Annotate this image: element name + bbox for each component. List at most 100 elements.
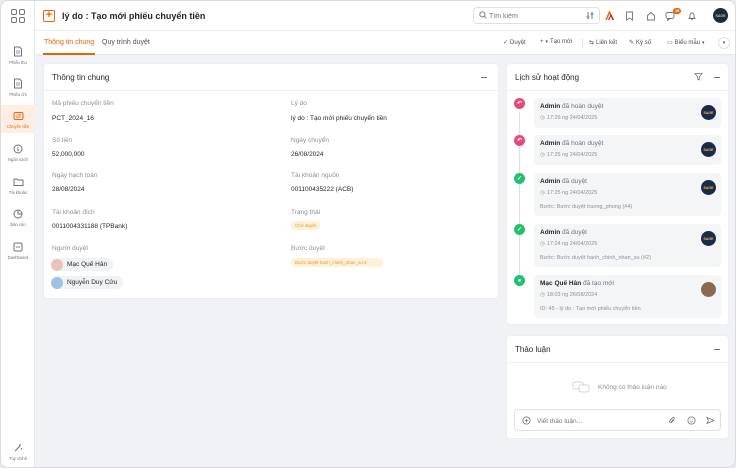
general-info-card: Thông tin chung Mã phiếu chuyển tiền PCT… [43,63,499,299]
more-chevron-icon[interactable]: ▾ [718,37,730,49]
clock-icon: ◷ [540,292,545,298]
brand-logo-icon[interactable] [603,9,616,22]
created-icon: ● [514,275,525,286]
folder-icon [12,175,25,188]
search-input[interactable] [489,11,579,21]
approver-chip[interactable]: Mạc Quế Hân [51,258,114,271]
create-button[interactable]: + ▾ Tạo mới [540,39,572,45]
activity-item: Admin đã duyệt ◷ 17:24 ng 24/04/2025 Bước… [534,224,721,267]
sidebar-item-receipt[interactable]: Phiếu thu [1,41,35,69]
avatar [701,282,716,297]
revert-icon: ↶ [514,98,525,109]
transfer-icon [12,109,25,122]
collapse-icon[interactable] [714,349,720,350]
bookmark-icon[interactable] [623,9,636,22]
app-window: Phiếu thu Phiếu chi Chuyển tiền $ Ngân s… [0,0,736,468]
comment-input[interactable] [537,416,657,426]
sidebar-item-payment[interactable]: Phiếu chi [1,73,35,101]
divider [507,90,728,91]
card-title: Thảo luận [515,345,551,354]
activity-item: Admin đã hoàn duyệt ◷ 17:26 ng 24/04/2025… [534,98,721,128]
sidebar-item-account[interactable]: Tài khoản [1,171,35,199]
field-label: Mã phiếu chuyển tiền [52,100,114,107]
page-title: lý do : Tạo mới phiếu chuyển tiền [62,11,206,21]
collapse-icon[interactable] [714,77,720,78]
sidebar-item-report[interactable]: Báo cáo [1,203,35,231]
clock-icon: ◷ [540,115,545,121]
activity-item: Admin đã hoàn duyệt ◷ 17:25 ng 24/04/2025… [534,135,721,165]
clock-icon: ◷ [540,190,545,196]
sidebar-item-transfer[interactable]: Chuyển tiền [1,105,35,133]
pie-chart-icon [12,207,25,220]
approver-chip[interactable]: Nguyễn Duy Cửu [51,276,124,289]
tab-bar: Thông tin chung Quy trình duyệt ✓ Duyệt +… [35,31,735,55]
transfer-date-value: 26/08/2024 [291,151,324,158]
status-badge: Chờ duyệt [291,221,320,230]
card-title: Lịch sử hoạt động [515,73,580,82]
search-box[interactable] [473,7,600,24]
dashboard-icon [12,240,25,253]
link-button[interactable]: ⇆ Liên kết [589,39,617,47]
field-label: Trạng thái [291,209,321,216]
activity-item: Mạc Quế Hân đã tạo mới ◷ 18:03 ng 26/08/2… [534,275,721,318]
avatar [51,276,63,289]
notification-badge: 16 [673,8,682,14]
sidebar-item-label: Phiếu chi [9,92,27,97]
field-label: Lý do [291,100,307,107]
new-plus-icon[interactable]: + [43,10,55,22]
transfer-code-value: PCT_2024_16 [52,115,94,122]
revert-icon: ↶ [514,135,525,146]
field-label: Ngày chuyển [291,137,329,144]
amount-value: 52,000,000 [52,151,85,158]
document-icon [12,77,25,90]
tab-general-info[interactable]: Thông tin chung [44,39,94,46]
approval-step-badge: Bước duyệt hanh_chinh_nhan_su 5 [291,258,383,267]
field-label: Người duyệt [52,245,89,252]
document-icon [12,45,25,58]
filter-adjust-icon[interactable] [586,11,594,22]
link-icon: ⇆ [589,40,595,46]
tab-approval-flow[interactable]: Quy trình duyệt [102,39,150,46]
field-label: Tài khoản đích [52,209,95,216]
filter-icon[interactable] [694,72,703,83]
sidebar-item-customize[interactable]: Tùy chỉnh [1,437,35,465]
home-icon[interactable] [644,9,657,22]
send-icon[interactable] [706,416,716,427]
user-avatar[interactable]: SAGE [713,8,728,23]
sidebar-item-label: Dashboard [7,255,29,260]
file-icon: ▭ [667,40,673,46]
plus-icon: + [540,39,544,45]
source-account-value: 001100435222 (ACB) [291,186,354,193]
add-circle-icon[interactable] [522,416,531,427]
target-account-value: 0011004331188 (TPBank) [52,223,128,230]
sidebar-item-budget[interactable]: $ Ngân sách [1,138,35,166]
divider [507,362,728,363]
collapse-icon[interactable] [481,77,487,78]
comment-box[interactable] [514,409,721,431]
avatar: SAGE [701,142,716,157]
attachment-icon[interactable] [668,416,676,427]
field-label: Tài khoản nguồn [291,172,340,179]
svg-text:$: $ [16,147,19,153]
sidebar-item-dashboard[interactable]: Dashboard [1,236,35,264]
template-button[interactable]: ▭ Biểu mẫu ▾ [667,39,705,47]
sidebar-item-label: Ngân sách [7,157,29,162]
avatar [51,258,63,271]
sign-icon: ✎ [629,40,635,46]
empty-discussion-text: Không có thảo luận nào [598,384,667,391]
emoji-icon[interactable] [687,416,696,427]
divider [44,90,498,91]
sidebar: Phiếu thu Phiếu chi Chuyển tiền $ Ngân s… [1,1,35,467]
top-bar: + lý do : Tạo mới phiếu chuyển tiền 16 [35,1,735,31]
approve-button[interactable]: ✓ Duyệt [503,39,526,47]
sign-button[interactable]: ✎ Ký số [629,39,651,47]
sidebar-item-label: Chuyển tiền [6,124,30,129]
apps-grid-icon[interactable] [11,9,25,23]
check-icon: ✓ [503,40,509,46]
clock-icon: ◷ [540,241,545,247]
chevron-down-icon: ▾ [702,39,705,46]
bell-icon[interactable] [685,9,698,22]
search-icon [479,11,487,21]
sidebar-item-label: Tài khoản [8,190,28,195]
activity-item: Admin đã duyệt ◷ 17:25 ng 24/04/2025 Bước… [534,173,721,216]
